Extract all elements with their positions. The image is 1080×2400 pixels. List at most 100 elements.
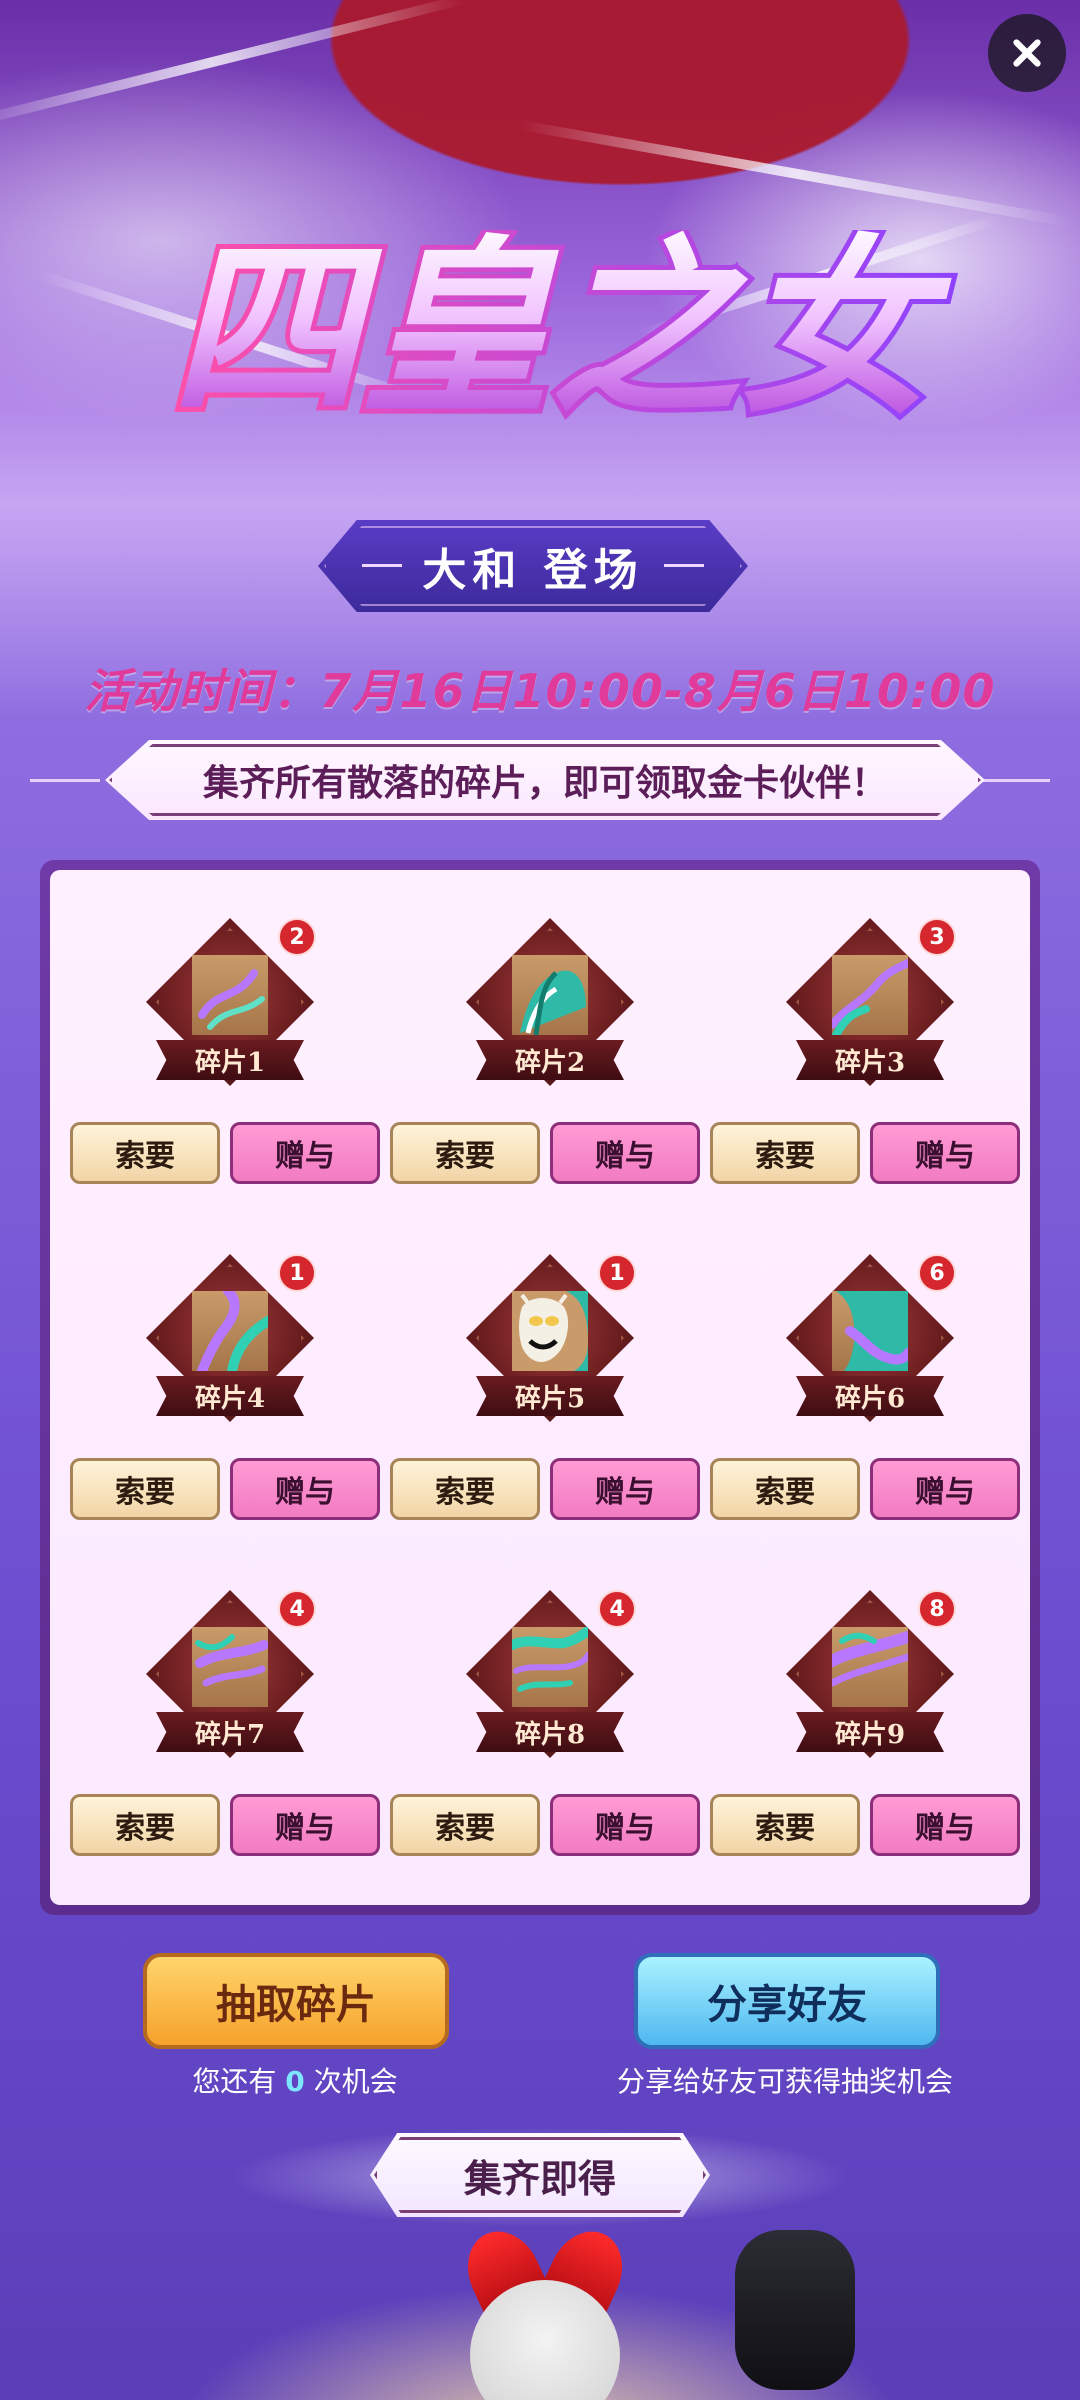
fragment-count-badge: 1 <box>278 1254 316 1292</box>
ask-button[interactable]: 索要 <box>390 1122 540 1184</box>
ask-button[interactable]: 索要 <box>390 1794 540 1856</box>
fragment-frame: 碎片3 3 <box>776 910 964 1100</box>
fragment-image <box>832 1291 913 1371</box>
fragment-panel-inner: 碎片1 2 索要 赠与 碎片2 索要 赠与 碎片3 3 索要 赠与 碎片4 1 … <box>50 870 1030 1905</box>
ask-button[interactable]: 索要 <box>710 1458 860 1520</box>
draw-fragment-button[interactable]: 抽取碎片 <box>143 1953 449 2049</box>
draw-chances-count: 0 <box>285 2065 305 2098</box>
share-note: 分享给好友可获得抽奖机会 <box>616 2065 953 2098</box>
fragment-frame: 碎片7 4 <box>136 1582 324 1772</box>
fragment-count-badge: 2 <box>278 918 316 956</box>
fragment-count-badge: 3 <box>918 918 956 956</box>
banner-line-left <box>30 779 100 782</box>
fragment-actions: 索要 赠与 <box>390 1794 710 1858</box>
fragment-image <box>192 955 268 1035</box>
fragment-actions: 索要 赠与 <box>70 1458 390 1522</box>
fragment-card: 碎片1 2 索要 赠与 <box>70 910 390 1240</box>
fragment-label: 碎片8 <box>476 1712 624 1752</box>
gift-button[interactable]: 赠与 <box>230 1794 380 1856</box>
fragment-frame: 碎片8 4 <box>456 1582 644 1772</box>
fragment-count-badge: 1 <box>598 1254 636 1292</box>
fragment-label: 碎片7 <box>156 1712 304 1752</box>
fragment-label: 碎片2 <box>476 1040 624 1080</box>
share-friends-button[interactable]: 分享好友 <box>634 1953 940 2049</box>
gift-button[interactable]: 赠与 <box>230 1122 380 1184</box>
fragment-label: 碎片5 <box>476 1376 624 1416</box>
gift-button[interactable]: 赠与 <box>230 1458 380 1520</box>
fragment-art <box>195 1634 269 1687</box>
mace-weapon <box>735 2230 855 2390</box>
fragment-card: 碎片9 8 索要 赠与 <box>710 1582 1030 1912</box>
fragment-count-badge: 8 <box>918 1590 956 1628</box>
fragment-label: 碎片6 <box>796 1376 944 1416</box>
instruction-banner: 集齐所有散落的碎片，即可领取金卡伙伴！ <box>105 740 985 820</box>
subtitle-text: 大和 登场 <box>422 545 644 596</box>
ask-button[interactable]: 索要 <box>710 1122 860 1184</box>
ask-button[interactable]: 索要 <box>710 1794 860 1856</box>
fragment-actions: 索要 赠与 <box>710 1122 1030 1186</box>
gift-button[interactable]: 赠与 <box>870 1794 1020 1856</box>
fragment-frame: 碎片1 2 <box>136 910 324 1100</box>
fragment-frame: 碎片5 1 <box>456 1246 644 1436</box>
fragment-card: 碎片4 1 索要 赠与 <box>70 1246 390 1576</box>
fragment-art <box>828 959 912 1039</box>
ask-button[interactable]: 索要 <box>70 1458 220 1520</box>
subtitle-badge: 大和 登场 <box>318 520 748 612</box>
fragment-frame: 碎片9 8 <box>776 1582 964 1772</box>
fragment-image <box>192 1286 273 1376</box>
fragment-card: 碎片8 4 索要 赠与 <box>390 1582 710 1912</box>
fragment-label: 碎片1 <box>156 1040 304 1080</box>
fragment-image <box>192 1627 269 1707</box>
fragment-label: 碎片4 <box>156 1376 304 1416</box>
subtitle-dash-left <box>362 564 402 567</box>
gift-button[interactable]: 赠与 <box>870 1458 1020 1520</box>
fragment-panel: 碎片1 2 索要 赠与 碎片2 索要 赠与 碎片3 3 索要 赠与 碎片4 1 … <box>40 860 1040 1915</box>
fragment-frame: 碎片2 <box>456 910 644 1100</box>
fragment-frame: 碎片6 6 <box>776 1246 964 1436</box>
fragment-count-badge: 4 <box>278 1590 316 1628</box>
banner-line-right <box>980 779 1050 782</box>
event-time: 活动时间：7月16日10:00-8月6日10:00 <box>84 664 996 718</box>
fragment-actions: 索要 赠与 <box>70 1122 390 1186</box>
fragment-card: 碎片7 4 索要 赠与 <box>70 1582 390 1912</box>
ask-button[interactable]: 索要 <box>70 1122 220 1184</box>
fragment-image <box>828 955 912 1039</box>
gift-button[interactable]: 赠与 <box>550 1122 700 1184</box>
ask-button[interactable]: 索要 <box>70 1794 220 1856</box>
fragment-label: 碎片3 <box>796 1040 944 1080</box>
fragment-art <box>512 1291 588 1371</box>
fragment-frame: 碎片4 1 <box>136 1246 324 1436</box>
instruction-text: 集齐所有散落的碎片，即可领取金卡伙伴！ <box>202 762 887 804</box>
fragment-actions: 索要 赠与 <box>710 1794 1030 1858</box>
title-text: 四皇之女 <box>170 230 952 440</box>
fragment-card: 碎片2 索要 赠与 <box>390 910 710 1240</box>
lightning-decoration <box>0 0 466 130</box>
fragment-art <box>836 1291 913 1371</box>
fragment-actions: 索要 赠与 <box>390 1122 710 1186</box>
fragment-art <box>520 970 586 1036</box>
fragment-card: 碎片3 3 索要 赠与 <box>710 910 1030 1240</box>
lightning-decoration <box>519 120 1073 228</box>
ask-button[interactable]: 索要 <box>390 1458 540 1520</box>
subtitle-dash-right <box>664 564 704 567</box>
fragment-actions: 索要 赠与 <box>390 1458 710 1522</box>
page-title: 四皇之女 <box>90 214 1010 450</box>
fragment-art <box>507 1626 593 1692</box>
close-button[interactable] <box>988 14 1066 92</box>
fragment-grid: 碎片1 2 索要 赠与 碎片2 索要 赠与 碎片3 3 索要 赠与 碎片4 1 … <box>70 910 1030 1890</box>
fragment-count-badge: 4 <box>598 1590 636 1628</box>
fragment-count-badge: 6 <box>918 1254 956 1292</box>
fragment-image <box>512 955 588 1036</box>
fragment-label: 碎片9 <box>796 1712 944 1752</box>
fragment-image <box>826 1627 914 1707</box>
gift-button[interactable]: 赠与 <box>550 1458 700 1520</box>
draw-chances-note: 您还有 0 次机会 <box>192 2065 398 2098</box>
fragment-card: 碎片5 1 索要 赠与 <box>390 1246 710 1576</box>
title-art: 四皇之女 <box>165 214 957 445</box>
gift-button[interactable]: 赠与 <box>870 1122 1020 1184</box>
fragment-image <box>512 1291 588 1371</box>
close-icon <box>1013 39 1041 67</box>
gift-button[interactable]: 赠与 <box>550 1794 700 1856</box>
fragment-art <box>826 1631 914 1687</box>
fragment-image <box>507 1626 593 1707</box>
